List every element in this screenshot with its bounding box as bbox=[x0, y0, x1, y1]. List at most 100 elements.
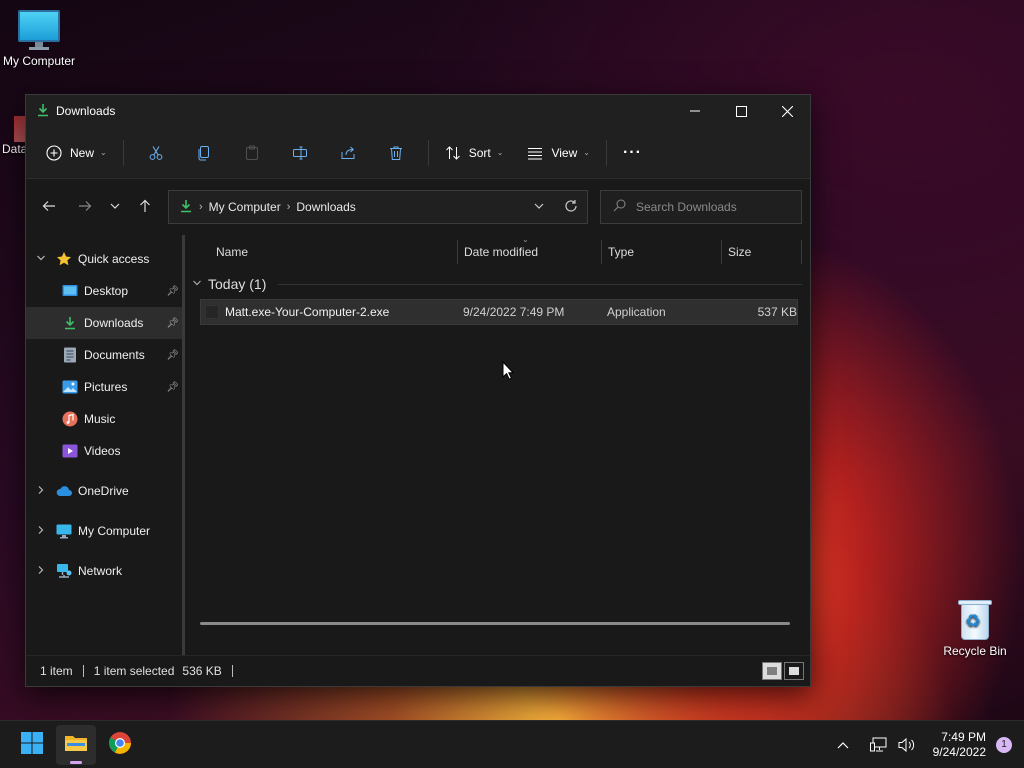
sidebar-item-desktop[interactable]: Desktop 📌︎ bbox=[26, 275, 183, 307]
copy-button[interactable] bbox=[180, 135, 228, 171]
breadcrumb-separator: › bbox=[286, 201, 291, 213]
status-separator bbox=[231, 664, 233, 677]
chevron-down-icon: ⌄ bbox=[583, 148, 590, 157]
search-box[interactable] bbox=[600, 190, 802, 224]
sidebar-item-downloads[interactable]: Downloads 📌︎ bbox=[26, 307, 183, 339]
column-header-size[interactable]: Size bbox=[722, 240, 802, 264]
large-icons-view-icon bbox=[789, 666, 799, 675]
maximize-button[interactable] bbox=[718, 95, 764, 127]
music-icon bbox=[62, 411, 78, 427]
sort-button[interactable]: Sort ⌄ bbox=[437, 135, 512, 171]
close-button[interactable] bbox=[764, 95, 810, 127]
details-view-button[interactable] bbox=[762, 661, 782, 680]
cut-button[interactable] bbox=[132, 135, 180, 171]
chevron-right-icon[interactable] bbox=[34, 485, 48, 498]
search-input[interactable] bbox=[636, 200, 786, 214]
sidebar-item-network[interactable]: Network bbox=[26, 555, 183, 587]
show-hidden-icons-button[interactable] bbox=[831, 741, 855, 749]
forward-button[interactable] bbox=[70, 192, 100, 222]
horizontal-scrollbar[interactable] bbox=[200, 622, 790, 625]
desktop-icon-recycle-bin[interactable]: ♻ Recycle Bin bbox=[936, 598, 1014, 658]
refresh-button[interactable] bbox=[555, 191, 587, 223]
taskbar-chrome[interactable] bbox=[100, 725, 140, 765]
chevron-right-icon[interactable] bbox=[34, 565, 48, 578]
start-button[interactable] bbox=[12, 725, 52, 765]
sidebar-item-my-computer[interactable]: My Computer bbox=[26, 515, 183, 547]
sidebar-item-onedrive[interactable]: OneDrive bbox=[26, 475, 183, 507]
details-view-icon bbox=[767, 667, 777, 674]
address-history-button[interactable] bbox=[523, 191, 555, 223]
view-button[interactable]: View ⌄ bbox=[519, 135, 598, 171]
address-bar[interactable]: › My Computer › Downloads bbox=[168, 190, 588, 224]
network-status-button[interactable] bbox=[867, 737, 891, 753]
share-icon bbox=[340, 145, 356, 161]
breadcrumb-my-computer[interactable]: My Computer bbox=[209, 200, 281, 214]
file-row[interactable]: Matt.exe-Your-Computer-2.exe 9/24/2022 7… bbox=[200, 299, 798, 325]
mouse-cursor-icon bbox=[502, 360, 515, 383]
taskbar: 7:49 PM 9/24/2022 1 bbox=[0, 720, 1024, 768]
column-header-date[interactable]: Date modified bbox=[458, 240, 602, 264]
download-icon bbox=[36, 103, 50, 120]
refresh-icon bbox=[564, 199, 578, 216]
sidebar-item-music[interactable]: Music bbox=[26, 403, 183, 435]
monitor-icon bbox=[18, 10, 60, 50]
recent-locations-button[interactable] bbox=[100, 192, 130, 222]
column-header-name[interactable]: Name bbox=[216, 240, 458, 264]
more-options-button[interactable]: ··· bbox=[615, 135, 650, 171]
back-button[interactable] bbox=[34, 192, 64, 222]
new-label: New bbox=[70, 145, 95, 160]
sort-icon bbox=[445, 145, 461, 161]
status-bar: 1 item 1 item selected 536 KB bbox=[26, 655, 810, 685]
file-type: Application bbox=[607, 305, 666, 319]
toolbar-divider bbox=[605, 139, 607, 166]
network-icon bbox=[56, 563, 72, 579]
volume-button[interactable] bbox=[895, 737, 919, 753]
sidebar-item-videos[interactable]: Videos bbox=[26, 435, 183, 467]
clock-date: 9/24/2022 bbox=[932, 744, 986, 759]
sidebar-item-label: Pictures bbox=[84, 380, 128, 394]
chevron-down-icon: ⌄ bbox=[100, 148, 107, 157]
recycle-bin-icon: ♻ bbox=[957, 598, 993, 640]
title-bar[interactable]: Downloads bbox=[26, 95, 810, 127]
desktop-icon-label: My Computer bbox=[2, 54, 76, 68]
sidebar-item-label: My Computer bbox=[78, 524, 151, 538]
minimize-button[interactable] bbox=[672, 95, 718, 127]
selected-size: 536 KB bbox=[182, 663, 222, 678]
folder-icon bbox=[64, 733, 88, 756]
copy-icon bbox=[196, 145, 212, 161]
up-button[interactable] bbox=[130, 192, 160, 222]
desktop-icon-my-computer[interactable]: My Computer bbox=[0, 10, 78, 68]
sidebar-item-documents[interactable]: Documents 📌︎ bbox=[26, 339, 183, 371]
pictures-icon bbox=[62, 379, 78, 395]
large-icons-view-button[interactable] bbox=[784, 661, 804, 680]
chevron-down-icon[interactable] bbox=[34, 253, 48, 266]
item-count: 1 item bbox=[40, 663, 73, 678]
share-button[interactable] bbox=[324, 135, 372, 171]
command-bar: New ⌄ Sort ⌄ View ⌄ ··· bbox=[26, 127, 810, 179]
navigation-pane: Quick access Desktop 📌︎ Downloads 📌︎ Doc… bbox=[26, 235, 185, 655]
chevron-up-icon bbox=[837, 741, 849, 748]
group-header-today[interactable]: Today (1) bbox=[184, 269, 810, 299]
new-button[interactable]: New ⌄ bbox=[38, 135, 115, 171]
desktop-icon-label: Recycle Bin bbox=[943, 644, 1007, 658]
clock[interactable]: 7:49 PM 9/24/2022 bbox=[933, 730, 986, 760]
chevron-right-icon[interactable] bbox=[34, 525, 48, 538]
arrow-left-icon bbox=[42, 199, 56, 216]
network-monitor-icon bbox=[869, 737, 887, 751]
sidebar-item-label: Desktop bbox=[84, 284, 129, 298]
sidebar-item-pictures[interactable]: Pictures 📌︎ bbox=[26, 371, 183, 403]
speaker-icon bbox=[898, 737, 914, 752]
plus-circle-icon bbox=[46, 144, 62, 161]
taskbar-file-explorer[interactable] bbox=[56, 724, 96, 765]
chevron-down-icon bbox=[192, 278, 202, 291]
rename-button[interactable] bbox=[276, 135, 324, 171]
column-header-label: Size bbox=[728, 245, 752, 259]
column-header-type[interactable]: Type bbox=[602, 240, 722, 264]
breadcrumb-downloads[interactable]: Downloads bbox=[296, 200, 355, 214]
sidebar-item-label: Videos bbox=[84, 444, 121, 458]
paste-button[interactable] bbox=[228, 135, 276, 171]
sidebar-item-quick-access[interactable]: Quick access bbox=[26, 243, 183, 275]
delete-button[interactable] bbox=[372, 135, 420, 171]
notification-badge[interactable]: 1 bbox=[996, 736, 1012, 753]
chrome-icon bbox=[108, 731, 132, 758]
